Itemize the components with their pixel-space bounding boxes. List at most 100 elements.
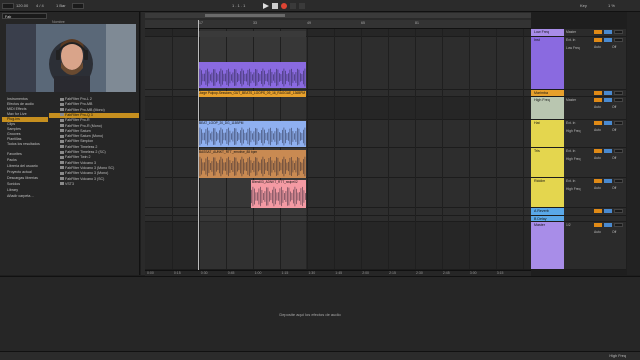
- browser-file-item[interactable]: FabFilter Saturn (Mono): [60, 134, 103, 139]
- solo-button[interactable]: [604, 98, 612, 102]
- loop-button[interactable]: [299, 3, 305, 9]
- track-header[interactable]: Riddim: [531, 178, 564, 208]
- volume-field[interactable]: [614, 179, 623, 183]
- volume-field[interactable]: [614, 121, 623, 125]
- browser-file-item[interactable]: FabFilter Pro-R (Mono): [60, 124, 102, 129]
- browser-category[interactable]: Sonidos: [7, 182, 20, 187]
- browser-category[interactable]: Proyecto actual: [7, 170, 32, 175]
- input-select[interactable]: Master: [566, 30, 576, 34]
- volume-field[interactable]: [614, 209, 623, 213]
- track-activator[interactable]: [594, 121, 602, 125]
- browser-file-item[interactable]: FabFilter Pro-MB: [60, 102, 92, 107]
- solo-button[interactable]: [604, 179, 612, 183]
- monitor-auto[interactable]: Auto: [594, 156, 601, 160]
- browser-category[interactable]: Descargas librerías: [7, 176, 38, 181]
- input-select[interactable]: 1/2: [566, 223, 571, 227]
- track-activator[interactable]: [594, 30, 602, 34]
- browser-file-item[interactable]: VST3: [60, 182, 74, 187]
- stop-icon[interactable]: [272, 3, 278, 9]
- monitor-auto[interactable]: Auto: [594, 230, 601, 234]
- monitor-off[interactable]: Off: [612, 186, 616, 190]
- monitor-auto[interactable]: Auto: [594, 45, 601, 49]
- output-select[interactable]: Low Freq: [566, 46, 580, 50]
- browser-category[interactable]: Favorites: [7, 152, 22, 157]
- solo-button[interactable]: [604, 223, 612, 227]
- solo-button[interactable]: [604, 30, 612, 34]
- quantize-select[interactable]: 1 Bar: [56, 3, 66, 9]
- track-header[interactable]: High Freq: [531, 97, 564, 120]
- output-select[interactable]: High Freq: [566, 187, 580, 191]
- browser-category[interactable]: Library: [7, 188, 18, 193]
- monitor-auto[interactable]: Auto: [594, 128, 601, 132]
- browser-file-item[interactable]: FabFilter Twin 2: [60, 155, 91, 160]
- audio-clip[interactable]: Blend03_ADNKT_RTT_swipe02: [251, 180, 306, 208]
- metronome-button[interactable]: [72, 3, 84, 9]
- monitor-auto[interactable]: Auto: [594, 105, 601, 109]
- audio-clip[interactable]: BASSAT_AUNKT_RTT_emotive_88 bpm: [198, 150, 306, 178]
- browser-file-item[interactable]: FabFilter Pro-R: [60, 118, 90, 123]
- monitor-off[interactable]: Off: [612, 128, 616, 132]
- track-header[interactable]: Tris: [531, 148, 564, 178]
- track-header[interactable]: Inst: [531, 37, 564, 90]
- output-select[interactable]: High Freq: [566, 157, 580, 161]
- monitor-auto[interactable]: Auto: [594, 186, 601, 190]
- track-header[interactable]: Marimba: [531, 90, 564, 97]
- input-select[interactable]: Ext. In: [566, 179, 575, 183]
- input-select[interactable]: Ext. In: [566, 121, 575, 125]
- device-dropzone[interactable]: Deposite aquí los efectos de audio: [140, 312, 480, 317]
- browser-file-item[interactable]: FabFilter Volcano 3 (Mono SC): [60, 166, 114, 171]
- track-header[interactable]: A Reverb: [531, 208, 564, 216]
- audio-clip[interactable]: Jorge Pulpop-Sessions_GUT_BEATS_LOOPS_09…: [198, 91, 306, 97]
- tempo-display[interactable]: 120.00: [16, 3, 28, 9]
- track-header[interactable]: Master: [531, 222, 564, 270]
- scrollbar[interactable]: [627, 12, 640, 275]
- browser-category[interactable]: Añadir carpeta…: [7, 194, 34, 199]
- solo-button[interactable]: [604, 121, 612, 125]
- browser-file-item[interactable]: FabFilter Pro-Q 3: [49, 112, 139, 118]
- volume-field[interactable]: [614, 38, 623, 42]
- solo-button[interactable]: [604, 149, 612, 153]
- solo-button[interactable]: [604, 209, 612, 213]
- time-signature[interactable]: 4 / 4: [36, 3, 44, 9]
- browser-category[interactable]: Todos los resultados: [7, 142, 40, 147]
- tap-button[interactable]: [2, 3, 14, 9]
- volume-field[interactable]: [614, 223, 623, 227]
- input-select[interactable]: Ext. In: [566, 149, 575, 153]
- browser-category[interactable]: Librería del usuario: [7, 164, 38, 169]
- output-select[interactable]: High Freq: [566, 129, 580, 133]
- volume-field[interactable]: [614, 149, 623, 153]
- audio-clip[interactable]: [198, 31, 306, 37]
- input-select[interactable]: Master: [566, 98, 576, 102]
- audio-clip[interactable]: [198, 62, 306, 88]
- monitor-off[interactable]: Off: [612, 156, 616, 160]
- browser-file-item[interactable]: FabFilter Pro-L 2: [60, 97, 92, 102]
- track-activator[interactable]: [594, 223, 602, 227]
- browser-file-item[interactable]: FabFilter Volcano 3: [60, 161, 96, 166]
- device-panel[interactable]: [0, 276, 640, 360]
- play-icon[interactable]: [263, 3, 269, 9]
- record-icon[interactable]: [281, 3, 287, 9]
- solo-button[interactable]: [604, 38, 612, 42]
- browser-file-item[interactable]: FabFilter Timeless 2 (SC): [60, 150, 106, 155]
- playhead[interactable]: [198, 20, 199, 270]
- browser-file-item[interactable]: FabFilter Volcano 3 (Mono): [60, 171, 108, 176]
- overdub-button[interactable]: [290, 3, 296, 9]
- monitor-off[interactable]: Off: [612, 230, 616, 234]
- track-activator[interactable]: [594, 179, 602, 183]
- volume-field[interactable]: [614, 98, 623, 102]
- browser-file-item[interactable]: FabFilter Volcano 3 (SC): [60, 177, 104, 182]
- input-select[interactable]: Ext. In: [566, 38, 575, 42]
- track-activator[interactable]: [594, 98, 602, 102]
- monitor-off[interactable]: Off: [612, 45, 616, 49]
- browser-file-item[interactable]: FabFilter Saturn: [60, 129, 91, 134]
- browser-file-item[interactable]: FabFilter Timeless 2: [60, 145, 97, 150]
- solo-button[interactable]: [604, 91, 612, 95]
- track-activator[interactable]: [594, 91, 602, 95]
- volume-field[interactable]: [614, 91, 623, 95]
- position-display[interactable]: 1 . 1 . 1: [232, 3, 245, 9]
- browser-file-item[interactable]: FabFilter Pro-MB (Mono): [60, 108, 105, 113]
- search-input[interactable]: Fab: [2, 13, 47, 19]
- audio-clip[interactable]: BEAT_LOOP_20_DG_115BPM: [198, 121, 306, 147]
- browser-category[interactable]: Packs: [7, 158, 17, 163]
- track-header[interactable]: Hat: [531, 120, 564, 148]
